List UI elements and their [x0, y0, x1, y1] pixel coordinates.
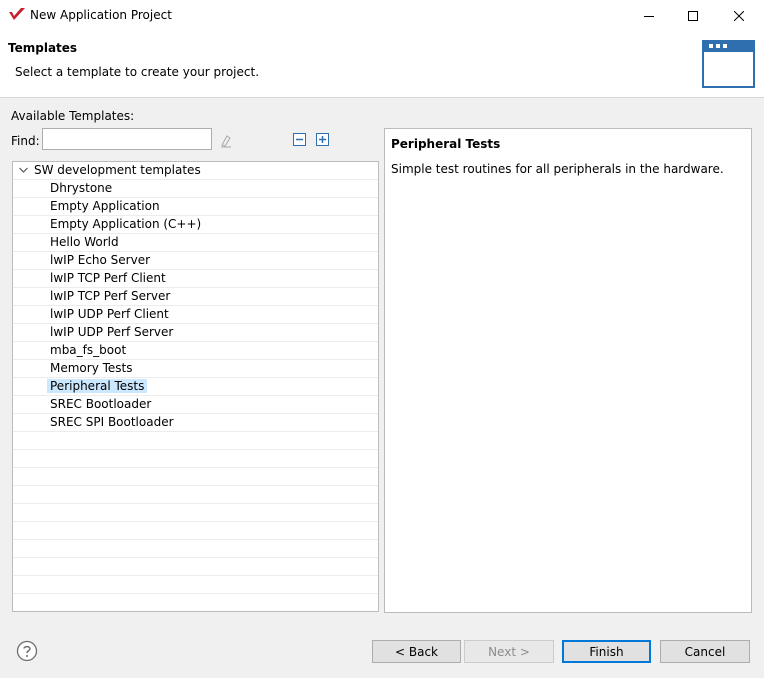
tree-empty-row	[13, 576, 378, 594]
tree-item-label: lwIP UDP Perf Server	[50, 325, 174, 339]
tree-item-label: Hello World	[50, 235, 119, 249]
tree-empty-row	[13, 594, 378, 611]
page-title: Templates	[8, 41, 78, 55]
tree-item-label: Dhrystone	[50, 181, 113, 195]
tree-item-label: lwIP Echo Server	[50, 253, 151, 267]
find-label: Find:	[11, 134, 40, 148]
minimize-icon	[644, 15, 654, 17]
tree-item[interactable]: lwIP Echo Server	[13, 252, 378, 270]
tree-item-label: SREC SPI Bootloader	[50, 415, 174, 429]
tree-empty-row	[13, 540, 378, 558]
tree-item-label: lwIP TCP Perf Server	[50, 289, 171, 303]
collapse-all-icon[interactable]	[293, 133, 306, 146]
tree-empty-row	[13, 486, 378, 504]
tree-item-label: lwIP TCP Perf Client	[50, 271, 166, 285]
find-input[interactable]	[42, 128, 212, 150]
tree-item-label: SREC Bootloader	[50, 397, 152, 411]
tree-empty-row	[13, 450, 378, 468]
window-title: New Application Project	[30, 8, 172, 22]
app-logo-icon	[9, 8, 25, 20]
template-detail-panel: Peripheral Tests Simple test routines fo…	[384, 128, 752, 613]
tree-root-row[interactable]: SW development templates	[13, 162, 378, 180]
finish-button[interactable]: Finish	[562, 640, 651, 663]
tree-empty-row	[13, 468, 378, 486]
back-button[interactable]: < Back	[372, 640, 461, 663]
tree-item[interactable]: Hello World	[13, 234, 378, 252]
cancel-button[interactable]: Cancel	[660, 640, 750, 663]
tree-root-label: SW development templates	[34, 163, 201, 177]
window-template-icon	[702, 40, 755, 88]
expand-all-icon[interactable]	[316, 133, 329, 146]
tree-item-label: Peripheral Tests	[47, 379, 148, 393]
detail-title: Peripheral Tests	[391, 137, 501, 151]
close-icon	[734, 10, 744, 21]
maximize-icon	[688, 10, 698, 21]
detail-description: Simple test routines for all peripherals…	[391, 162, 724, 176]
tree-item[interactable]: lwIP TCP Perf Client	[13, 270, 378, 288]
tree-empty-row	[13, 504, 378, 522]
wizard-content: Available Templates: Find: SW developmen…	[0, 98, 764, 634]
tree-item[interactable]: Empty Application	[13, 198, 378, 216]
button-bar: < Back Next > Finish Cancel	[0, 634, 764, 678]
minimize-button[interactable]	[626, 0, 672, 31]
tree-item[interactable]: Dhrystone	[13, 180, 378, 198]
template-tree[interactable]: SW development templates Dhrystone Empty…	[12, 161, 379, 612]
tree-item[interactable]: SREC Bootloader	[13, 396, 378, 414]
tree-item-label: Empty Application (C++)	[50, 217, 202, 231]
title-bar: New Application Project	[0, 0, 764, 31]
tree-item[interactable]: Empty Application (C++)	[13, 216, 378, 234]
help-icon[interactable]	[16, 640, 38, 662]
tree-item[interactable]: Memory Tests	[13, 360, 378, 378]
available-templates-label: Available Templates:	[11, 109, 135, 123]
close-button[interactable]	[716, 0, 762, 31]
tree-item[interactable]: lwIP UDP Perf Client	[13, 306, 378, 324]
tree-item[interactable]: mba_fs_boot	[13, 342, 378, 360]
chevron-down-icon[interactable]	[19, 166, 28, 175]
tree-item[interactable]: SREC SPI Bootloader	[13, 414, 378, 432]
tree-empty-row	[13, 432, 378, 450]
tree-item-label: lwIP UDP Perf Client	[50, 307, 169, 321]
wizard-banner: Templates Select a template to create yo…	[0, 31, 764, 98]
tree-empty-row	[13, 522, 378, 540]
tree-empty-row	[13, 558, 378, 576]
clear-filter-icon[interactable]	[218, 133, 234, 149]
tree-item[interactable]: lwIP TCP Perf Server	[13, 288, 378, 306]
tree-item[interactable]: lwIP UDP Perf Server	[13, 324, 378, 342]
tree-item-label: Empty Application	[50, 199, 160, 213]
tree-item-selected[interactable]: Peripheral Tests	[13, 378, 378, 396]
maximize-button[interactable]	[670, 0, 716, 31]
tree-item-label: mba_fs_boot	[50, 343, 127, 357]
page-description: Select a template to create your project…	[15, 65, 260, 79]
tree-item-label: Memory Tests	[50, 361, 133, 375]
next-button: Next >	[464, 640, 554, 663]
